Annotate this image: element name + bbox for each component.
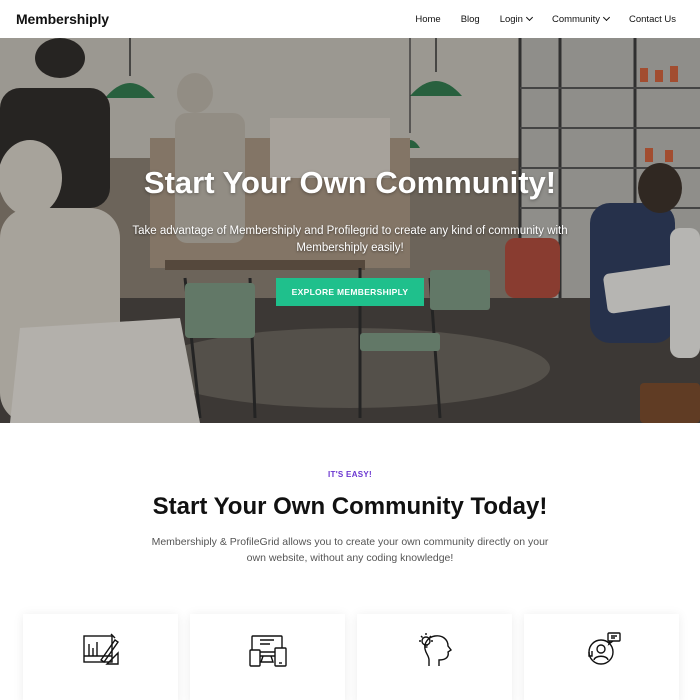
- chevron-down-icon: [602, 13, 611, 22]
- feature-cards: [23, 614, 679, 700]
- section-eyebrow: IT'S EASY!: [327, 470, 373, 479]
- feature-card-responsive[interactable]: [190, 614, 345, 700]
- explore-button[interactable]: EXPLORE MEMBERSHIPLY: [276, 278, 424, 306]
- nav-community-label: Community: [551, 13, 600, 25]
- hero-subtitle: Take advantage of Membershiply and Profi…: [132, 225, 568, 254]
- hero-banner: Start Your Own Community! Take advantage…: [0, 38, 700, 423]
- brand-logo[interactable]: Membershiply: [16, 11, 109, 27]
- nav-blog-label: Blog: [460, 13, 480, 25]
- feature-card-support[interactable]: [524, 614, 679, 700]
- devices-icon: [248, 635, 287, 667]
- nav-login[interactable]: Login: [499, 13, 533, 25]
- drafting-tools-icon: [82, 633, 119, 665]
- section-title: Start Your Own Community Today!: [152, 493, 548, 520]
- nav-home[interactable]: Home: [415, 14, 440, 25]
- nav-community[interactable]: Community: [551, 13, 611, 25]
- chevron-down-icon: [525, 13, 533, 22]
- hero-title: Start Your Own Community!: [143, 165, 557, 200]
- nav-home-label: Home: [415, 13, 441, 25]
- nav-blog[interactable]: Blog: [461, 14, 480, 25]
- idea-head-icon: [418, 633, 452, 666]
- section-description: Membershiply & ProfileGrid allows you to…: [151, 536, 549, 564]
- feature-card-design[interactable]: [23, 614, 178, 700]
- nav-contact-label: Contact Us: [629, 13, 676, 25]
- nav-login-label: Login: [499, 13, 523, 25]
- nav-contact[interactable]: Contact Us: [629, 14, 676, 25]
- site-header: Membershiply Home Blog Login Community C…: [0, 0, 700, 38]
- feature-card-ideas[interactable]: [357, 614, 512, 700]
- main-nav: Home Blog Login Community Contact Us: [395, 14, 676, 25]
- support-agent-icon: [587, 632, 621, 665]
